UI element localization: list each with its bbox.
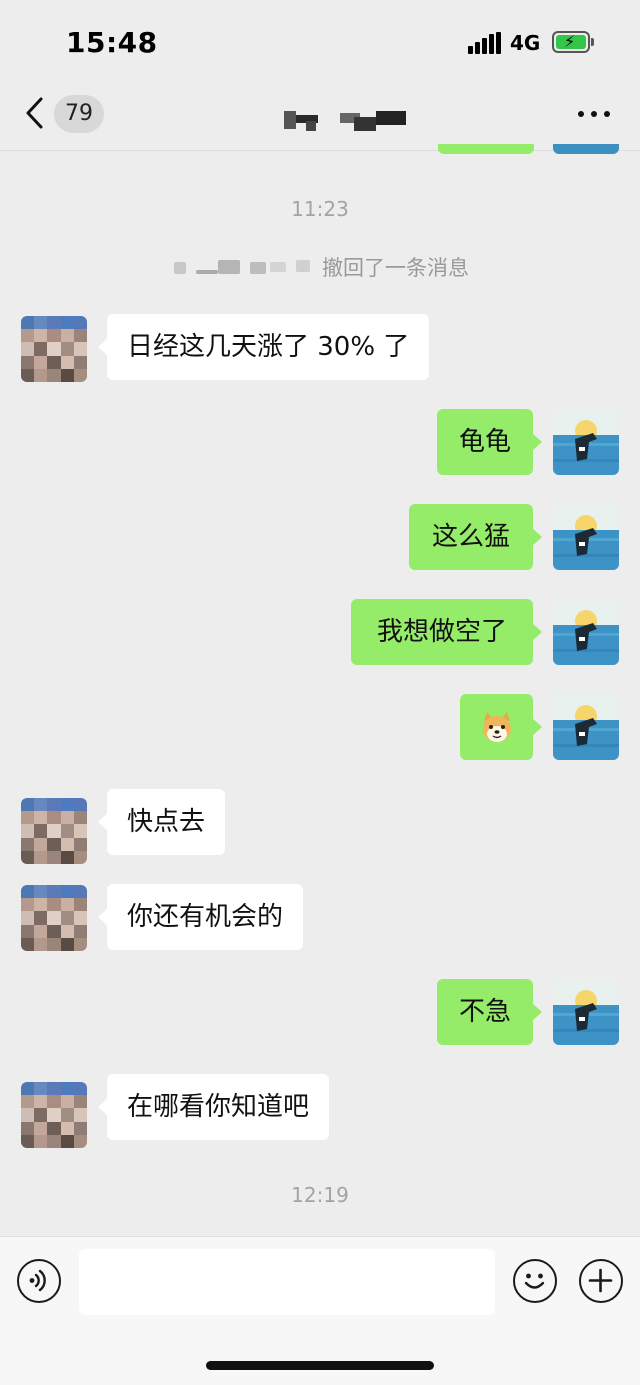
more-icon[interactable] — [576, 106, 612, 120]
plus-icon — [588, 1268, 613, 1293]
timestamp: 12:19 — [291, 1183, 349, 1207]
contact-avatar[interactable] — [21, 1082, 87, 1148]
contact-avatar[interactable] — [21, 316, 87, 382]
recall-text: 撤回了一条消息 — [322, 256, 469, 280]
previous-message-edge — [438, 144, 534, 154]
voice-input-button[interactable] — [17, 1259, 61, 1303]
contact-avatar[interactable] — [21, 885, 87, 951]
status-time: 15:48 — [66, 26, 158, 59]
previous-avatar-edge — [553, 144, 619, 154]
doge-emoji-icon — [483, 712, 511, 742]
home-indicator[interactable] — [206, 1361, 434, 1370]
message-bubble-received[interactable]: 快点去 — [97, 789, 226, 855]
my-avatar[interactable] — [553, 979, 619, 1045]
signal-icon — [468, 32, 501, 54]
message-bubble-sent[interactable]: 这么猛 — [409, 504, 542, 570]
my-avatar[interactable] — [553, 409, 619, 475]
message-bubble-received[interactable]: 你还有机会的 — [97, 884, 304, 950]
my-avatar[interactable] — [553, 599, 619, 665]
back-icon[interactable] — [22, 96, 48, 130]
status-bar: 15:48 4G ⚡ — [0, 0, 640, 84]
message-bubble-sent[interactable]: 不急 — [437, 979, 542, 1045]
more-functions-button[interactable] — [579, 1259, 623, 1303]
message-input[interactable] — [79, 1249, 495, 1315]
message-bubble-received[interactable]: 在哪看你知道吧 — [97, 1074, 330, 1140]
message-bubble-sent[interactable] — [460, 694, 542, 760]
voice-icon — [29, 1269, 46, 1292]
message-bubble-sent[interactable]: 我想做空了 — [351, 599, 542, 665]
smiley-icon — [524, 1273, 545, 1289]
contact-avatar[interactable] — [21, 798, 87, 864]
chat-title-obscured — [284, 109, 406, 131]
message-bubble-sent[interactable]: 龟龟 — [437, 409, 542, 475]
unread-count-badge[interactable]: 79 — [54, 95, 104, 133]
battery-icon: ⚡ — [552, 31, 590, 53]
message-bubble-received[interactable]: 日经这几天涨了 30% 了 — [97, 314, 430, 380]
emoji-button[interactable] — [513, 1259, 557, 1303]
recall-notice: 撤回了一条消息 — [174, 252, 494, 282]
my-avatar[interactable] — [553, 504, 619, 570]
battery-tip — [591, 38, 594, 46]
network-type: 4G — [510, 31, 541, 55]
chat-header: 79 — [0, 84, 640, 151]
my-avatar[interactable] — [553, 694, 619, 760]
timestamp: 11:23 — [291, 197, 349, 221]
